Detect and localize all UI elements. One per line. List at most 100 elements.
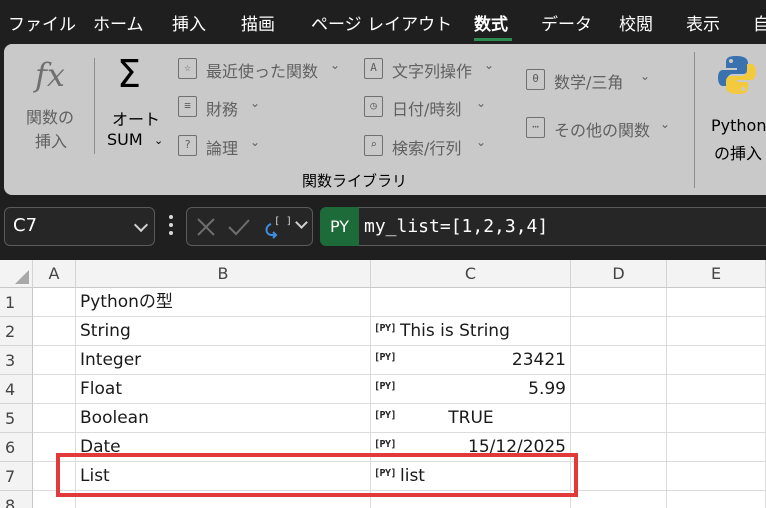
column-header-d[interactable]: D	[571, 260, 667, 288]
tab-review[interactable]: 校閲	[619, 10, 653, 35]
table-cell[interactable]	[76, 491, 371, 508]
row-header[interactable]: 7	[0, 462, 33, 491]
table-cell[interactable]: List	[76, 462, 371, 491]
financial-button[interactable]: ≡ 財務 ⌄	[178, 96, 268, 120]
date-time-button[interactable]: ◷ 日付/時刻 ⌄	[364, 96, 504, 120]
table-cell[interactable]	[33, 462, 76, 491]
table-cell[interactable]: Pythonの型	[76, 288, 371, 317]
table-cell[interactable]	[571, 404, 667, 433]
table-cell[interactable]: Float	[76, 375, 371, 404]
table-cell[interactable]	[667, 404, 766, 433]
row-header[interactable]: 5	[0, 404, 33, 433]
tab-formulas[interactable]: 数式	[474, 10, 508, 35]
row-header[interactable]: 3	[0, 346, 33, 375]
table-cell[interactable]: String	[76, 317, 371, 346]
tab-automate[interactable]: 自	[753, 10, 766, 35]
text-functions-button[interactable]: A 文字列操作 ⌄	[364, 58, 504, 82]
table-cell[interactable]	[571, 288, 667, 317]
table-cell[interactable]	[667, 433, 766, 462]
math-trig-label: 数学/三角	[554, 73, 624, 92]
python-object-toggle-icon[interactable]: [ ]	[261, 212, 291, 240]
table-cell[interactable]	[667, 462, 766, 491]
table-cell[interactable]	[371, 288, 571, 317]
tab-data[interactable]: データ	[541, 10, 592, 35]
recent-functions-button[interactable]: ☆ 最近使った関数 ⌄	[178, 58, 348, 82]
more-options-icon[interactable]	[166, 215, 176, 239]
chevron-down-icon: ⌄	[476, 135, 487, 149]
table-cell[interactable]	[33, 346, 76, 375]
column-header-a[interactable]: A	[33, 260, 76, 288]
tab-home[interactable]: ホーム	[93, 10, 144, 35]
tab-file[interactable]: ファイル	[8, 10, 76, 35]
table-cell[interactable]	[33, 375, 76, 404]
python-logo-icon	[718, 56, 756, 94]
formula-controls: [ ]	[186, 207, 313, 246]
table-cell[interactable]: Integer	[76, 346, 371, 375]
python-cell-icon[interactable]: [PY]	[374, 437, 397, 453]
table-cell[interactable]: [PY] 15/12/2025	[371, 433, 571, 462]
python-cell-icon[interactable]: [PY]	[374, 466, 397, 482]
tab-page-layout[interactable]: ページ レイアウト	[311, 10, 452, 35]
table-cell[interactable]: Boolean	[76, 404, 371, 433]
more-functions-label: その他の関数	[554, 121, 651, 140]
tab-view[interactable]: 表示	[686, 10, 720, 35]
table-cell[interactable]	[571, 491, 667, 508]
table-cell[interactable]	[571, 433, 667, 462]
python-cell-icon[interactable]: [PY]	[374, 350, 397, 366]
table-cell[interactable]	[667, 375, 766, 404]
table-cell[interactable]	[571, 346, 667, 375]
table-cell[interactable]	[571, 317, 667, 346]
row-header[interactable]: 1	[0, 288, 33, 317]
row-header[interactable]: 8	[0, 491, 33, 508]
chevron-down-icon[interactable]	[133, 217, 149, 233]
table-cell[interactable]	[667, 491, 766, 508]
insert-python-button[interactable]: Python の挿入	[710, 52, 766, 163]
table-cell[interactable]	[33, 433, 76, 462]
table-cell[interactable]: [PY] TRUE	[371, 404, 571, 433]
chevron-down-icon: ⌄	[250, 96, 261, 110]
table-cell[interactable]	[571, 375, 667, 404]
table-cell[interactable]	[667, 288, 766, 317]
column-header-b[interactable]: B	[76, 260, 371, 288]
row-header[interactable]: 2	[0, 317, 33, 346]
row-header[interactable]: 6	[0, 433, 33, 462]
ribbon-divider	[94, 58, 95, 154]
table-cell[interactable]: Date	[76, 433, 371, 462]
row-header[interactable]: 4	[0, 375, 33, 404]
table-cell[interactable]: [PY] 5.99	[371, 375, 571, 404]
python-cell-icon[interactable]: [PY]	[374, 379, 397, 395]
chevron-down-icon[interactable]	[295, 216, 308, 229]
column-header-e[interactable]: E	[667, 260, 766, 288]
table-cell[interactable]: [PY] This is String	[371, 317, 571, 346]
lookup-reference-button[interactable]: ⌕ 検索/行列 ⌄	[364, 135, 504, 159]
table-cell[interactable]	[33, 317, 76, 346]
table-cell[interactable]	[33, 491, 76, 508]
date-time-label: 日付/時刻	[392, 100, 462, 119]
table-cell[interactable]	[667, 317, 766, 346]
autosum-label-2: SUM	[107, 130, 143, 149]
logical-button[interactable]: ? 論理 ⌄	[178, 135, 268, 159]
select-all-button[interactable]	[0, 260, 33, 288]
name-box[interactable]: C7	[4, 207, 155, 246]
logical-label: 論理	[206, 139, 239, 158]
column-header-c[interactable]: C	[371, 260, 571, 288]
tab-draw[interactable]: 描画	[241, 10, 275, 35]
table-cell[interactable]: [PY] list	[371, 462, 571, 491]
python-cell-icon[interactable]: [PY]	[374, 321, 397, 337]
database-icon: ≡	[178, 96, 197, 117]
table-cell[interactable]	[371, 491, 571, 508]
tab-insert[interactable]: 挿入	[172, 10, 206, 35]
more-functions-button[interactable]: ⋯ その他の関数 ⌄	[526, 117, 676, 141]
table-cell[interactable]	[33, 288, 76, 317]
table-cell[interactable]: [PY] 23421	[371, 346, 571, 375]
formula-input[interactable]: my_list=[1,2,3,4]	[359, 207, 766, 246]
autosum-button[interactable]: Σ オート SUM ⌄	[104, 52, 168, 162]
enter-check-icon[interactable]	[227, 216, 251, 238]
insert-function-button[interactable]: fx 関数の 挿入	[20, 52, 86, 162]
math-trig-button[interactable]: θ 数学/三角 ⌄	[526, 69, 656, 93]
table-cell[interactable]	[571, 462, 667, 491]
table-cell[interactable]	[667, 346, 766, 375]
cancel-icon[interactable]	[195, 216, 217, 238]
python-mode-badge[interactable]: PY	[320, 207, 359, 246]
table-cell[interactable]	[33, 404, 76, 433]
